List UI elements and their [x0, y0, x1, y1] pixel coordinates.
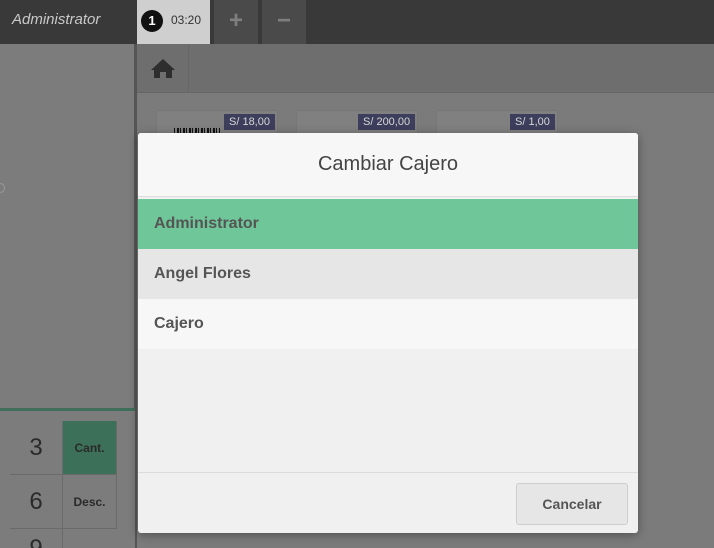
current-user-name[interactable]: Administrator	[12, 11, 100, 28]
price-tag: S/ 1,00	[510, 114, 555, 130]
order-time: 03:20	[171, 13, 202, 27]
numpad-key-3[interactable]: 3	[10, 421, 63, 475]
numpad-mode-quantity[interactable]: Cant.	[63, 421, 117, 475]
cashier-item[interactable]: Administrator	[138, 199, 638, 249]
dialog-title: Cambiar Cajero	[317, 153, 459, 175]
home-icon	[151, 59, 175, 78]
remove-order-button[interactable]: −	[262, 0, 306, 44]
cashier-item[interactable]: Cajero	[138, 299, 638, 349]
price-tag: S/ 200,00	[358, 114, 416, 130]
price-tag: S/ 18,00	[224, 114, 275, 130]
numpad-key-9[interactable]: 9	[10, 529, 63, 548]
add-order-button[interactable]: +	[214, 0, 258, 44]
cancel-button[interactable]: Cancelar	[516, 483, 628, 525]
cashier-item[interactable]: Angel Flores	[138, 249, 638, 299]
order-tab[interactable]: 1 03:20	[137, 0, 210, 44]
dialog-header: Cambiar Cajero	[138, 133, 638, 197]
change-cashier-dialog: Cambiar Cajero Administrator Angel Flore…	[138, 133, 638, 533]
numpad-mode-discount[interactable]: Desc.	[63, 475, 117, 529]
home-button[interactable]	[137, 44, 189, 93]
category-breadcrumb-bar	[137, 44, 714, 93]
order-number-badge: 1	[141, 10, 163, 32]
numpad-key-6[interactable]: 6	[10, 475, 63, 529]
top-bar	[0, 0, 714, 44]
